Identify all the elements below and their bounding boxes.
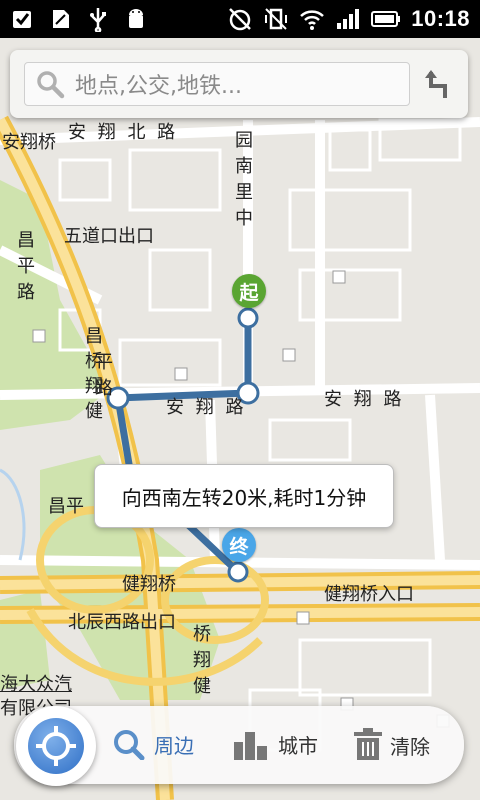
checkbox-icon xyxy=(13,11,31,28)
nearby-label: 周边 xyxy=(154,733,194,758)
start-marker[interactable]: 起 xyxy=(232,274,266,308)
clear-button[interactable]: 清除 xyxy=(352,728,430,762)
poi-label: 海大众汽 xyxy=(0,674,72,695)
search-placeholder: 地点,公交,地铁... xyxy=(75,74,242,99)
sd-card-icon xyxy=(53,10,69,28)
nearby-button[interactable]: 周边 xyxy=(112,728,194,760)
battery-icon xyxy=(371,11,401,27)
road-label: 安 翔 路 xyxy=(166,397,247,418)
search-icon xyxy=(37,71,65,99)
road-label: 健翔桥入口 xyxy=(324,584,414,605)
road-label: 五道口出口 xyxy=(64,226,154,247)
road-label: 安 翔 路 xyxy=(324,389,405,410)
road-label: 昌平 xyxy=(48,496,84,517)
road-label: 健翔桥 xyxy=(122,574,176,595)
city-buildings-icon xyxy=(234,732,267,760)
wifi-icon xyxy=(300,10,325,30)
nearby-search-icon xyxy=(114,730,145,760)
route-button[interactable] xyxy=(414,62,462,106)
status-time: 10:18 xyxy=(411,6,470,31)
signal-icon xyxy=(337,9,360,29)
vibrate-off-icon xyxy=(265,8,288,30)
road-label-vertical: 桥翔健 xyxy=(193,624,211,697)
city-label: 城市 xyxy=(278,733,318,758)
city-button[interactable]: 城市 xyxy=(232,728,318,760)
route-turn-icon xyxy=(425,70,447,98)
road-label: 北辰西路出口 xyxy=(68,612,176,633)
route-step-tooltip[interactable]: 向西南左转20米,耗时1分钟 xyxy=(94,464,394,528)
end-marker[interactable]: 终 xyxy=(222,528,256,562)
status-bar: 10:18 xyxy=(0,0,480,38)
road-label: 安 翔 北 路 xyxy=(68,122,179,143)
search-input[interactable]: 地点,公交,地铁... xyxy=(24,62,410,106)
locate-button[interactable] xyxy=(16,706,96,786)
trash-icon xyxy=(354,728,382,760)
usb-icon xyxy=(90,8,106,32)
android-debug-icon xyxy=(129,9,143,28)
alarm-off-icon xyxy=(229,8,252,31)
locate-icon xyxy=(28,718,84,774)
clear-label: 清除 xyxy=(390,734,430,759)
road-label: 安翔桥 xyxy=(2,132,56,153)
road-label-vertical: 昌平路 xyxy=(17,230,35,303)
road-label-vertical: 平路 xyxy=(95,352,113,399)
search-card: 地点,公交,地铁... xyxy=(10,50,468,118)
road-label-vertical: 园南里中 xyxy=(235,130,253,229)
